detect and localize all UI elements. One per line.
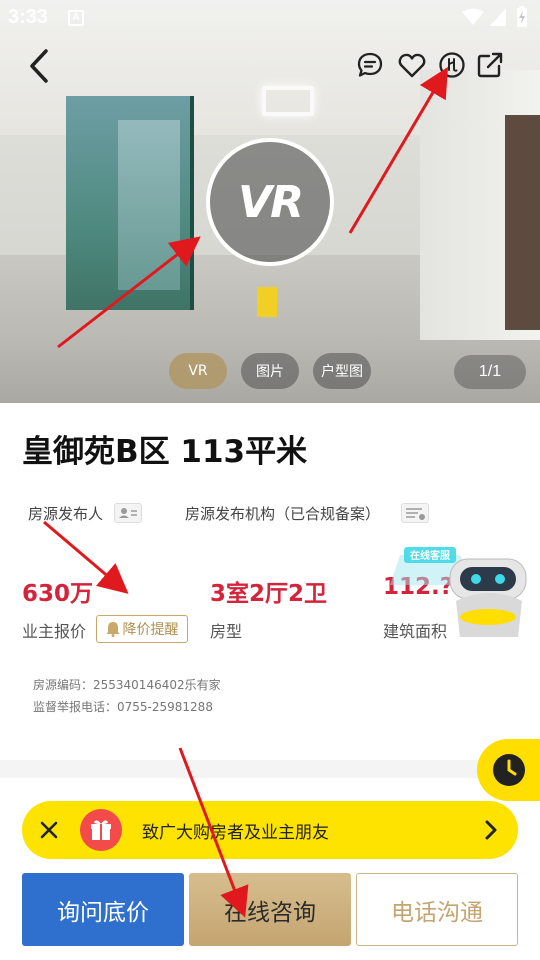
banner-arrow-button[interactable] — [480, 817, 502, 843]
ask-price-label: 询问底价 — [57, 899, 149, 926]
vr-play-button[interactable]: VR — [206, 138, 334, 266]
assistant-label: 在线客服 — [410, 549, 451, 562]
message-button[interactable] — [355, 50, 385, 80]
image-counter-text: 1/1 — [478, 363, 502, 380]
phone-label: 电话沟通 — [391, 899, 483, 926]
banner-text: 致广大购房者及业主朋友 — [142, 823, 329, 843]
ask-price-button[interactable]: 询问底价 — [22, 873, 184, 946]
back-button[interactable] — [22, 46, 56, 86]
tab-vr[interactable]: VR — [169, 353, 227, 389]
history-button[interactable] — [477, 739, 540, 801]
tab-photos[interactable]: 图片 — [241, 353, 299, 389]
report-phone: 监督举报电话：0755-25981288 — [33, 700, 213, 714]
price-label: 业主报价 — [22, 622, 87, 641]
listing-title: 皇御苑B区 113平米 — [22, 434, 308, 470]
listing-code: 房源编码：255340146402乐有家 — [33, 678, 221, 692]
battery-icon — [517, 6, 527, 27]
price-value: 630万 — [22, 581, 94, 607]
share-icon — [477, 52, 503, 78]
section-divider — [0, 760, 540, 778]
heart-icon — [398, 53, 426, 78]
bell-icon — [106, 622, 119, 637]
back-icon — [30, 49, 48, 83]
share-button[interactable] — [475, 50, 505, 80]
room-window-glass — [118, 120, 180, 290]
banner-close-button[interactable] — [34, 815, 64, 845]
price-alert-button[interactable]: 降价提醒 — [96, 615, 188, 643]
tab-floorplan-label: 户型图 — [321, 364, 363, 380]
ceiling-light — [262, 86, 314, 116]
tab-vr-label: VR — [188, 363, 208, 379]
phone-button[interactable]: 电话沟通 — [356, 873, 518, 946]
online-assistant-robot[interactable]: 在线客服 — [390, 545, 540, 637]
promo-banner[interactable]: 致广大购房者及业主朋友 — [22, 801, 518, 859]
wifi-icon — [462, 8, 484, 25]
image-counter: 1/1 — [454, 355, 526, 389]
favorite-button[interactable] — [397, 50, 427, 80]
compare-icon — [439, 52, 465, 78]
close-icon — [40, 821, 58, 839]
clock-icon — [493, 754, 525, 786]
chevron-right-icon — [485, 820, 497, 840]
message-icon — [357, 52, 383, 77]
gift-icon — [80, 809, 122, 851]
agency-license-icon[interactable] — [401, 503, 429, 523]
publisher-label: 房源发布人 — [28, 505, 104, 523]
layout-value: 3室2厅2卫 — [210, 581, 328, 607]
compare-button[interactable] — [437, 50, 467, 80]
floor-sign — [257, 287, 277, 317]
signal-icon — [490, 8, 506, 26]
room-door — [505, 115, 540, 330]
publisher-card-icon[interactable] — [114, 503, 142, 523]
price-alert-label: 降价提醒 — [122, 622, 179, 638]
tab-floorplan[interactable]: 户型图 — [313, 353, 371, 389]
vr-badge-text: VR — [238, 176, 304, 228]
online-consult-button[interactable]: 在线咨询 — [189, 873, 351, 946]
tab-photos-label: 图片 — [256, 364, 284, 380]
status-bar: 3:33 A — [0, 0, 540, 36]
notification-icon: A — [68, 10, 84, 26]
agency-label: 房源发布机构（已合规备案） — [185, 505, 381, 523]
robot-icon: 在线客服 — [390, 547, 527, 637]
online-consult-label: 在线咨询 — [224, 899, 316, 926]
layout-label: 房型 — [210, 622, 243, 641]
status-time: 3:33 — [8, 6, 49, 28]
